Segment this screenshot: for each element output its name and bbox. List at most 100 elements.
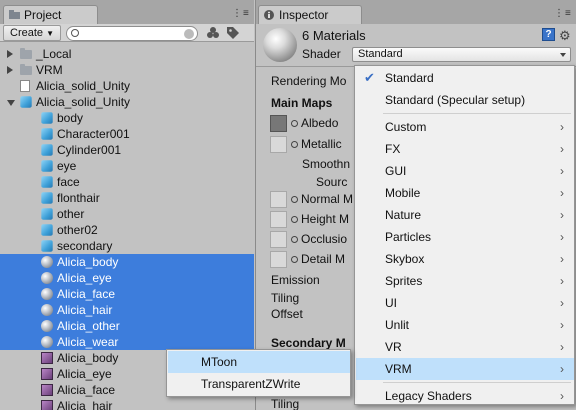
tree-row-label: Alicia_solid_Unity bbox=[36, 79, 131, 93]
collapsed-arrow-icon[interactable] bbox=[7, 66, 13, 74]
tree-row[interactable]: VRM bbox=[0, 62, 254, 78]
folder-icon bbox=[9, 10, 20, 19]
shader-menu-item[interactable]: Nature › bbox=[356, 204, 574, 226]
tree-row-label: Alicia_solid_Unity bbox=[36, 95, 131, 109]
mesh-cube-icon bbox=[41, 208, 53, 220]
normal-map-picker-icon[interactable] bbox=[291, 196, 298, 203]
tree-row[interactable]: Alicia_body bbox=[0, 254, 254, 270]
height-map-texture-slot[interactable] bbox=[270, 211, 287, 228]
tree-row[interactable]: flonthair bbox=[0, 190, 254, 206]
emission-label: Emission bbox=[271, 273, 320, 287]
tree-row[interactable]: other02 bbox=[0, 222, 254, 238]
shader-menu-item[interactable]: Unlit › bbox=[356, 314, 574, 336]
mesh-cube-icon bbox=[41, 144, 53, 156]
tree-row-label: face bbox=[57, 175, 80, 189]
mesh-cube-icon bbox=[41, 160, 53, 172]
tree-row[interactable]: Alicia_hair bbox=[0, 398, 254, 410]
vrm-submenu-item[interactable]: TransparentZWrite bbox=[168, 373, 350, 395]
tree-row[interactable]: secondary bbox=[0, 238, 254, 254]
shader-menu-item[interactable]: GUI › bbox=[356, 160, 574, 182]
folder-icon bbox=[20, 64, 32, 75]
shader-menu-item[interactable]: Standard (Specular setup) bbox=[356, 89, 574, 111]
filter-by-label-icon[interactable] bbox=[226, 26, 240, 40]
shader-menu-item[interactable]: VRM › bbox=[356, 358, 574, 380]
occlusion-picker-icon[interactable] bbox=[291, 236, 298, 243]
tree-row[interactable]: Alicia_solid_Unity bbox=[0, 94, 254, 110]
material-sphere-icon bbox=[41, 304, 53, 316]
shader-menu-item[interactable]: Sprites › bbox=[356, 270, 574, 292]
detail-mask-label: Detail M bbox=[301, 252, 346, 266]
shader-menu-item[interactable]: UI › bbox=[356, 292, 574, 314]
tab-inspector[interactable]: Inspector bbox=[258, 5, 362, 24]
shader-menu-item-label: Particles bbox=[385, 230, 432, 244]
normal-map-texture-slot[interactable] bbox=[270, 191, 287, 208]
folder-icon bbox=[20, 48, 32, 59]
shader-menu-item-label: Nature bbox=[385, 208, 422, 222]
metallic-texture-slot[interactable] bbox=[270, 136, 287, 153]
detail-mask-picker-icon[interactable] bbox=[291, 256, 298, 263]
gear-icon[interactable]: ⚙ bbox=[559, 28, 571, 44]
expanded-arrow-icon[interactable] bbox=[7, 100, 15, 106]
tree-row[interactable]: Alicia_eye bbox=[0, 270, 254, 286]
occlusion-texture-slot[interactable] bbox=[270, 231, 287, 248]
chevron-down-icon: ▼ bbox=[46, 29, 55, 38]
search-input[interactable] bbox=[66, 26, 198, 41]
mesh-cube-icon bbox=[41, 224, 53, 236]
chevron-right-icon: › bbox=[560, 208, 564, 222]
shader-menu-item[interactable]: Custom › bbox=[356, 116, 574, 138]
chevron-right-icon: › bbox=[560, 164, 564, 178]
search-icon bbox=[71, 29, 79, 37]
tree-row-label: eye bbox=[57, 159, 77, 173]
height-map-picker-icon[interactable] bbox=[291, 216, 298, 223]
tree-row[interactable]: Alicia_solid_Unity bbox=[0, 78, 254, 94]
tree-row[interactable]: Alicia_face bbox=[0, 286, 254, 302]
tiling-label: Tiling bbox=[271, 291, 300, 305]
tab-project[interactable]: Project bbox=[3, 5, 98, 24]
tree-row[interactable]: face bbox=[0, 174, 254, 190]
albedo-picker-icon[interactable] bbox=[291, 120, 298, 127]
tree-row[interactable]: Alicia_wear bbox=[0, 334, 254, 350]
shader-menu-item[interactable]: Legacy Shaders › bbox=[356, 385, 574, 407]
tree-row[interactable]: eye bbox=[0, 158, 254, 174]
tree-row[interactable]: other bbox=[0, 206, 254, 222]
filter-by-type-icon[interactable] bbox=[206, 26, 220, 40]
metallic-picker-icon[interactable] bbox=[291, 141, 298, 148]
window-menu-icon[interactable]: ⋮≡ bbox=[554, 8, 572, 19]
collapsed-arrow-icon[interactable] bbox=[7, 50, 13, 58]
chevron-right-icon: › bbox=[560, 252, 564, 266]
tree-row[interactable]: Alicia_hair bbox=[0, 302, 254, 318]
tree-row[interactable]: _Local bbox=[0, 46, 254, 62]
chevron-right-icon: › bbox=[560, 142, 564, 156]
shader-dropdown[interactable]: Standard bbox=[352, 47, 571, 62]
vrm-submenu-item[interactable]: MToon bbox=[168, 351, 350, 373]
texture-icon bbox=[41, 352, 53, 364]
shader-menu-item[interactable]: Mobile › bbox=[356, 182, 574, 204]
shader-menu-item[interactable]: VR › bbox=[356, 336, 574, 358]
albedo-texture-slot[interactable] bbox=[270, 115, 287, 132]
detail-mask-texture-slot[interactable] bbox=[270, 251, 287, 268]
help-icon[interactable]: ? bbox=[542, 28, 555, 41]
tree-row[interactable]: body bbox=[0, 110, 254, 126]
shader-menu-item[interactable]: FX › bbox=[356, 138, 574, 160]
shader-menu-item[interactable]: Skybox › bbox=[356, 248, 574, 270]
tree-row-label: secondary bbox=[57, 239, 113, 253]
tree-row[interactable]: Alicia_other bbox=[0, 318, 254, 334]
shader-menu-item[interactable]: Particles › bbox=[356, 226, 574, 248]
shader-dropdown-value: Standard bbox=[358, 48, 403, 60]
shader-menu-item-label: Standard (Specular setup) bbox=[385, 93, 526, 107]
tree-row-label: Alicia_eye bbox=[57, 367, 112, 381]
height-map-label: Height M bbox=[301, 212, 350, 226]
window-menu-icon[interactable]: ⋮≡ bbox=[232, 8, 250, 19]
chevron-right-icon: › bbox=[560, 186, 564, 200]
menu-separator bbox=[383, 113, 571, 114]
document-icon bbox=[20, 80, 30, 92]
create-button-label: Create bbox=[10, 27, 44, 39]
inspector-title: 6 Materials bbox=[302, 28, 366, 43]
create-button[interactable]: Create ▼ bbox=[3, 25, 62, 41]
clear-search-icon[interactable] bbox=[184, 29, 194, 39]
smoothness-label: Smoothn bbox=[302, 157, 351, 171]
tree-row-label: Alicia_body bbox=[57, 255, 119, 269]
tree-row[interactable]: Cylinder001 bbox=[0, 142, 254, 158]
shader-menu-item[interactable]: ✔ Standard bbox=[356, 67, 574, 89]
tree-row[interactable]: Character001 bbox=[0, 126, 254, 142]
